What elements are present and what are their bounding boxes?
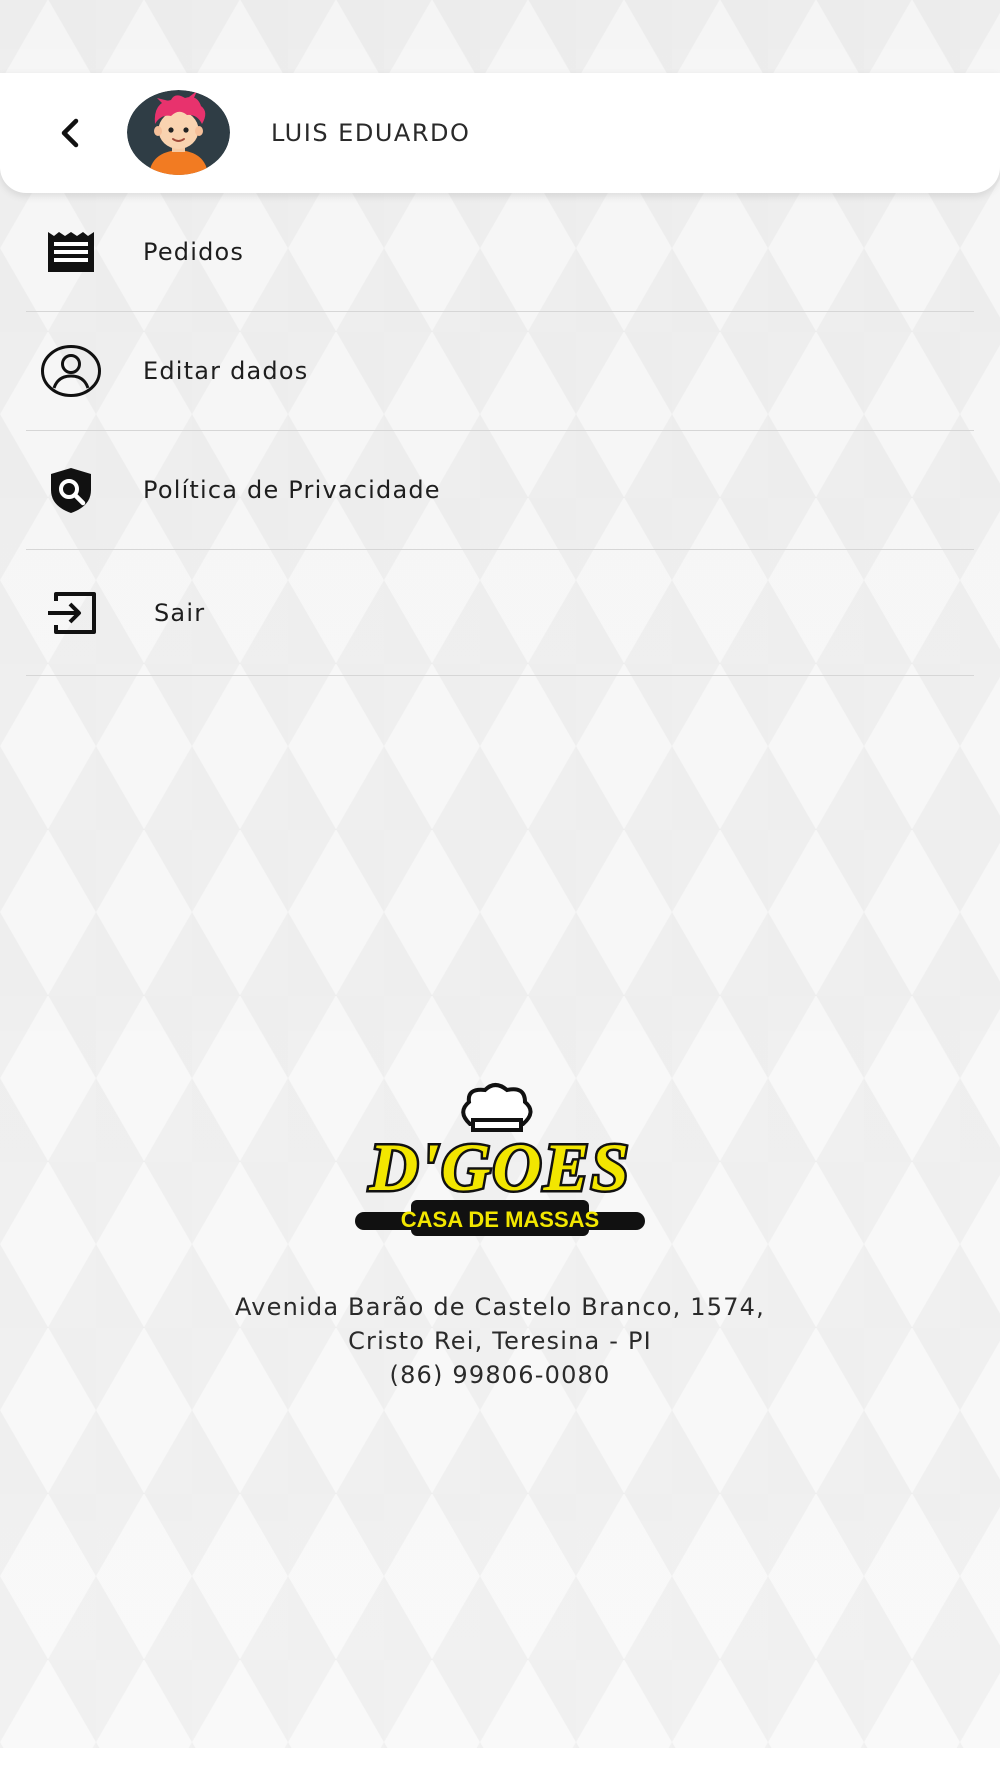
menu-item-label: Política de Privacidade xyxy=(143,476,441,504)
exit-icon xyxy=(40,582,102,644)
avatar[interactable] xyxy=(127,90,230,175)
profile-menu: Pedidos Editar dados Política de Privaci… xyxy=(26,193,974,676)
store-address: Avenida Barão de Castelo Branco, 1574, C… xyxy=(0,1290,1000,1392)
bottom-bar xyxy=(0,1748,1000,1778)
menu-item-label: Pedidos xyxy=(143,238,245,266)
brand-logo: CASA DE MASSAS D'GOES xyxy=(345,1082,655,1242)
menu-item-editar-dados[interactable]: Editar dados xyxy=(26,312,974,431)
user-name: LUIS EDUARDO xyxy=(271,119,471,147)
phone-number[interactable]: (86) 99806-0080 xyxy=(0,1358,1000,1392)
receipt-icon xyxy=(40,221,102,283)
menu-item-label: Editar dados xyxy=(143,357,309,385)
menu-item-politica-privacidade[interactable]: Política de Privacidade xyxy=(26,431,974,550)
back-button[interactable] xyxy=(46,103,96,163)
logo-wordmark: D'GOES xyxy=(366,1127,631,1208)
profile-header: LUIS EDUARDO xyxy=(0,73,1000,193)
user-circle-icon xyxy=(40,340,102,402)
address-line-1: Avenida Barão de Castelo Branco, 1574, xyxy=(235,1293,765,1321)
menu-item-sair[interactable]: Sair xyxy=(26,550,974,676)
address-line-2: Cristo Rei, Teresina - PI xyxy=(348,1327,652,1355)
menu-item-label: Sair xyxy=(154,598,206,627)
logo-subtitle: CASA DE MASSAS xyxy=(401,1207,599,1232)
shield-search-icon xyxy=(40,459,102,521)
menu-item-pedidos[interactable]: Pedidos xyxy=(26,193,974,312)
chevron-left-icon xyxy=(61,118,79,148)
logo-text: D'GOES xyxy=(368,1129,630,1205)
rolling-pin-banner: CASA DE MASSAS xyxy=(355,1200,645,1236)
chef-hat-icon xyxy=(461,1083,533,1132)
